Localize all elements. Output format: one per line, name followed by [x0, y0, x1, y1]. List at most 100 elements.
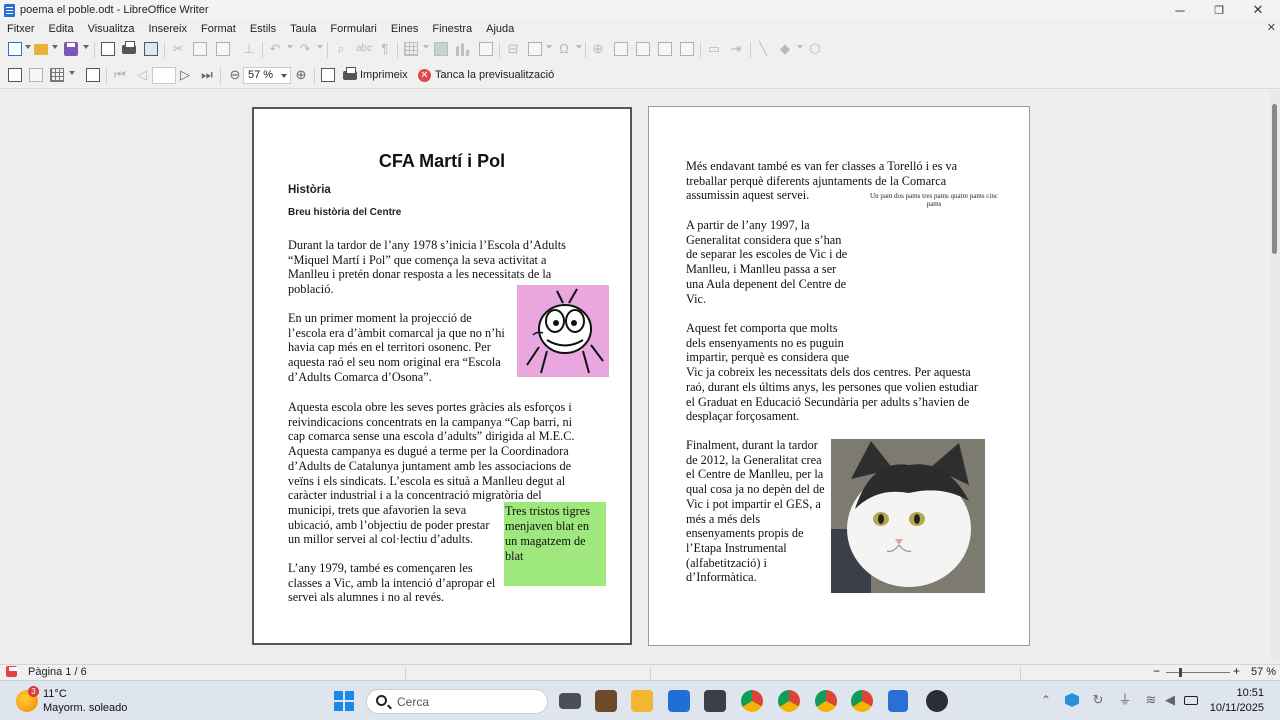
chrome-profile-4-icon[interactable] [851, 690, 873, 712]
zoom-in-icon[interactable]: ⊕ [294, 68, 308, 82]
chrome-profile-3-icon[interactable] [815, 690, 837, 712]
vertical-scrollbar[interactable] [1270, 90, 1280, 660]
clone-formatting-icon[interactable]: ⊥ [242, 42, 256, 56]
book-preview-icon[interactable] [86, 68, 100, 82]
shapes-dropdown-icon[interactable] [797, 45, 803, 49]
tray-chevron-up-icon[interactable]: ⌃ [1039, 693, 1053, 707]
close-preview-icon[interactable]: ✕ [418, 69, 431, 82]
find-replace-icon[interactable]: ⌕ [334, 42, 348, 56]
formatting-marks-icon[interactable]: ¶ [378, 42, 392, 56]
single-page-view-icon[interactable] [8, 68, 22, 82]
menu-formulari[interactable]: Formulari [330, 23, 376, 35]
next-page-icon[interactable]: ▷ [178, 68, 192, 82]
zoom-percent-status[interactable]: 57 % [1251, 666, 1276, 678]
menu-format[interactable]: Format [201, 23, 236, 35]
taskbar-search[interactable]: Cerca [366, 689, 548, 714]
print-preview-print-icon[interactable] [343, 67, 357, 80]
page-number-input[interactable] [152, 67, 176, 84]
insert-hyperlink-icon[interactable]: ⊕ [591, 42, 605, 56]
menu-insereix[interactable]: Insereix [148, 23, 187, 35]
file-explorer-icon[interactable] [631, 690, 653, 712]
zoom-in-status-icon[interactable]: + [1233, 664, 1240, 678]
chrome-icon[interactable] [741, 690, 763, 712]
sync-icon[interactable]: ↻ [1091, 693, 1105, 707]
library-app-icon[interactable] [595, 690, 617, 712]
open-folder-icon[interactable] [34, 44, 48, 55]
insert-line-icon[interactable]: ╲ [756, 42, 770, 56]
insert-footnote-icon[interactable] [614, 42, 628, 56]
zoom-slider-knob[interactable] [1179, 668, 1182, 677]
minimize-button[interactable]: ─ [1160, 0, 1200, 20]
battery-icon[interactable] [1184, 696, 1198, 705]
libreoffice-writer-taskbar-icon[interactable] [888, 690, 908, 712]
previous-page-icon[interactable]: ◁ [135, 68, 149, 82]
cut-icon[interactable]: ✂ [171, 42, 185, 56]
last-page-icon[interactable]: ⏭ [200, 68, 214, 82]
preview-page-2[interactable]: Més endavant també es van fer classes a … [648, 106, 1030, 646]
track-changes-icon[interactable]: ⇥ [729, 42, 743, 56]
basic-shapes-icon[interactable]: ◆ [778, 42, 792, 56]
first-page-icon[interactable]: ⏮ [113, 68, 127, 82]
close-window-button[interactable]: ✕ [1238, 0, 1278, 20]
menu-ajuda[interactable]: Ajuda [486, 23, 514, 35]
close-document-icon[interactable]: ✕ [1267, 21, 1276, 34]
redo-icon[interactable]: ↷ [298, 42, 312, 56]
sticky-note-textbox[interactable]: Tres tristos tigres menjaven blat en un … [504, 502, 606, 586]
zoom-out-status-icon[interactable]: − [1153, 664, 1160, 678]
print-preview-icon[interactable] [144, 42, 158, 56]
save-dropdown-icon[interactable] [83, 45, 89, 49]
paste-icon[interactable] [216, 42, 230, 56]
insert-bookmark-icon[interactable] [658, 42, 672, 56]
insert-image-icon[interactable] [434, 42, 448, 56]
menu-finestra[interactable]: Finestra [432, 23, 472, 35]
microsoft-store-icon[interactable] [668, 690, 690, 712]
undo-dropdown-icon[interactable] [287, 45, 293, 49]
document-modified-icon[interactable] [6, 666, 17, 677]
menu-estils[interactable]: Estils [250, 23, 276, 35]
zoom-dropdown-icon[interactable] [281, 74, 287, 78]
insert-field-icon[interactable] [528, 42, 542, 56]
new-document-icon[interactable] [8, 42, 22, 56]
task-view-icon[interactable] [559, 693, 581, 709]
print-button-label[interactable]: Imprimeix [360, 69, 408, 81]
two-pages-view-icon[interactable] [29, 68, 43, 82]
multiple-pages-view-icon[interactable] [50, 68, 64, 82]
insert-endnote-icon[interactable] [636, 42, 650, 56]
menu-visualitza[interactable]: Visualitza [88, 23, 135, 35]
insert-comment-icon[interactable]: ▭ [707, 42, 721, 56]
cat-photo-image[interactable] [831, 439, 985, 593]
app-icon[interactable] [926, 690, 948, 712]
preview-page-1[interactable]: CFA Martí i Pol Història Breu història d… [252, 107, 632, 645]
start-button[interactable] [334, 691, 354, 711]
redo-dropdown-icon[interactable] [317, 45, 323, 49]
table-dropdown-icon[interactable] [423, 45, 429, 49]
field-dropdown-icon[interactable] [546, 45, 552, 49]
weather-temperature[interactable]: 11°C [43, 688, 67, 700]
insert-textbox-icon[interactable] [479, 42, 493, 56]
clock-time[interactable]: 10:51 [1234, 687, 1264, 699]
volume-icon[interactable]: ◀ [1163, 693, 1177, 707]
security-shield-icon[interactable] [1065, 693, 1079, 707]
menu-taula[interactable]: Taula [290, 23, 316, 35]
app-icon[interactable] [704, 690, 726, 712]
multiple-pages-dropdown-icon[interactable] [69, 71, 75, 75]
special-character-icon[interactable]: Ω [557, 42, 571, 56]
special-character-dropdown-icon[interactable] [576, 45, 582, 49]
menu-eines[interactable]: Eines [391, 23, 419, 35]
print-icon[interactable] [122, 41, 136, 54]
wifi-icon[interactable]: ≋ [1144, 693, 1158, 707]
zoom-combobox[interactable]: 57 % [243, 67, 291, 84]
page-count-status[interactable]: Pàgina 1 / 6 [28, 666, 87, 678]
scrollbar-thumb[interactable] [1272, 104, 1277, 254]
copy-icon[interactable] [193, 42, 207, 56]
full-screen-icon[interactable] [321, 68, 335, 82]
insert-page-break-icon[interactable]: ⊟ [506, 42, 520, 56]
new-dropdown-icon[interactable] [25, 45, 31, 49]
export-pdf-icon[interactable] [101, 42, 115, 56]
insert-chart-icon[interactable] [456, 43, 470, 56]
save-icon[interactable] [64, 42, 78, 56]
open-dropdown-icon[interactable] [52, 45, 58, 49]
spelling-icon[interactable]: abc [356, 42, 372, 56]
microphone-icon[interactable]: ⏚ [1118, 693, 1132, 707]
zoom-out-icon[interactable]: ⊖ [228, 68, 242, 82]
